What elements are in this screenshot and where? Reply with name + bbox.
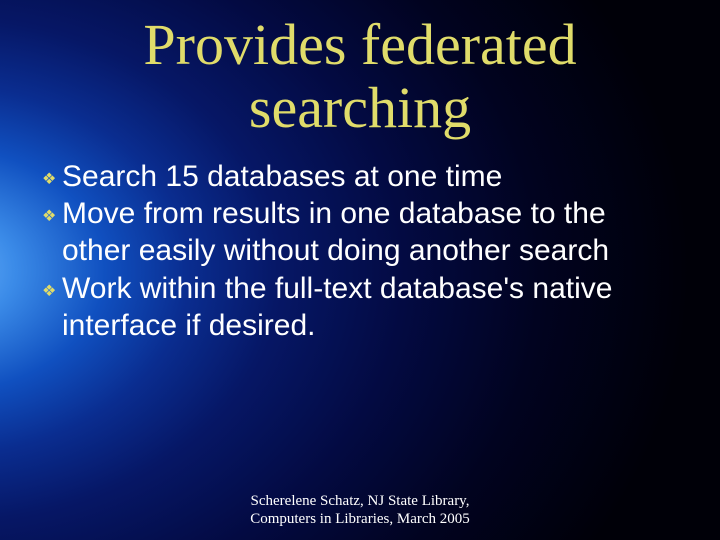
bullet-text: Work within the full-text database's nat…: [62, 272, 612, 342]
title-line-2: searching: [249, 75, 471, 140]
diamond-bullet-icon: ❖: [42, 172, 56, 188]
slide-footer: Scherelene Schatz, NJ State Library, Com…: [0, 492, 720, 528]
diamond-bullet-icon: ❖: [42, 284, 56, 300]
bullet-text: Move from results in one database to the…: [62, 197, 609, 267]
footer-line-2: Computers in Libraries, March 2005: [250, 511, 470, 527]
slide-title: Provides federated searching: [0, 14, 720, 139]
list-item: ❖ Move from results in one database to th…: [42, 195, 678, 269]
diamond-bullet-icon: ❖: [42, 209, 56, 225]
slide-body: ❖ Search 15 databases at one time ❖ Move f…: [42, 158, 678, 344]
slide: Provides federated searching ❖ Search 15 …: [0, 0, 720, 540]
bullet-text: Search 15 databases at one time: [62, 160, 502, 193]
title-line-1: Provides federated: [143, 12, 576, 77]
list-item: ❖ Work within the full-text database's na…: [42, 270, 678, 344]
footer-line-1: Scherelene Schatz, NJ State Library,: [251, 493, 470, 509]
list-item: ❖ Search 15 databases at one time: [42, 158, 678, 195]
